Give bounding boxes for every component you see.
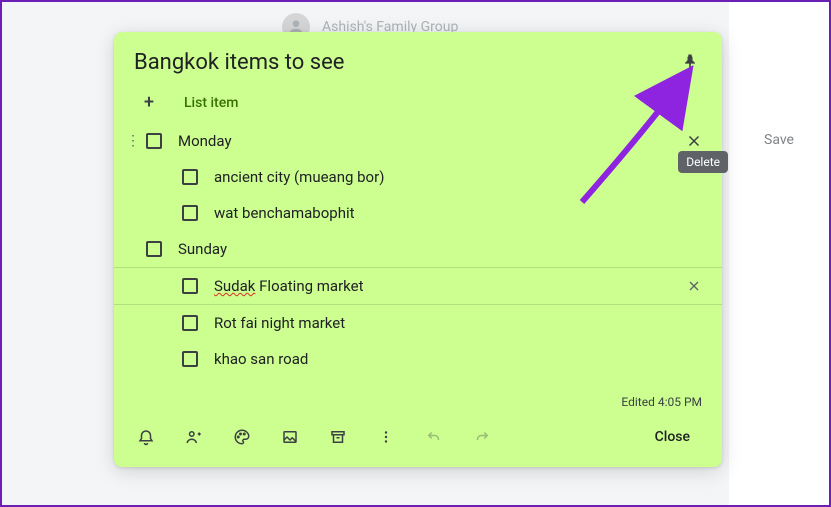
item-text[interactable]: Sunday xyxy=(178,240,682,258)
delete-item-button[interactable] xyxy=(682,274,706,298)
delete-item-button[interactable]: Delete xyxy=(682,129,706,153)
checkbox[interactable] xyxy=(182,169,198,185)
item-text[interactable]: Monday xyxy=(178,132,682,150)
list-item[interactable]: ⋮⋮ Rot fai night market ✕ xyxy=(114,305,722,341)
checkbox[interactable] xyxy=(182,315,198,331)
color-button[interactable] xyxy=(224,419,260,455)
note-title[interactable]: Bangkok items to see xyxy=(134,50,674,75)
list-item[interactable]: ⋮⋮ Monday Delete xyxy=(114,123,722,159)
drag-handle-icon[interactable]: ⋮⋮ xyxy=(126,136,142,146)
checkbox[interactable] xyxy=(146,133,162,149)
list-item[interactable]: ⋮⋮ wat benchamabophit ✕ xyxy=(114,195,722,231)
background-save-panel: Save xyxy=(729,2,829,505)
save-button-bg[interactable]: Save xyxy=(764,132,794,148)
pin-button[interactable] xyxy=(674,46,706,78)
item-text[interactable]: khao san road xyxy=(214,350,682,368)
item-text[interactable]: Sudak Floating market xyxy=(214,277,682,295)
plus-icon: + xyxy=(144,92,168,113)
list-item[interactable]: ⋮⋮ ancient city (mueang bor) ✕ xyxy=(114,159,722,195)
item-text[interactable]: ancient city (mueang bor) xyxy=(214,168,682,186)
archive-button[interactable] xyxy=(320,419,356,455)
redo-button[interactable] xyxy=(464,419,500,455)
close-button[interactable]: Close xyxy=(631,421,714,453)
more-button[interactable] xyxy=(368,419,404,455)
note-card: Bangkok items to see + List item ⋮⋮ Mond… xyxy=(114,32,722,467)
checkbox[interactable] xyxy=(182,205,198,221)
item-text[interactable]: wat benchamabophit xyxy=(214,204,682,222)
note-toolbar: Close xyxy=(114,415,722,459)
undo-button[interactable] xyxy=(416,419,452,455)
add-item-label: List item xyxy=(184,95,238,111)
edited-timestamp: Edited 4:05 PM xyxy=(114,377,722,415)
collaborator-button[interactable] xyxy=(176,419,212,455)
checkbox[interactable] xyxy=(182,351,198,367)
list-item[interactable]: Sunday ✕ xyxy=(114,231,722,267)
checkbox[interactable] xyxy=(146,241,162,257)
item-text[interactable]: Rot fai night market xyxy=(214,314,682,332)
checkbox[interactable] xyxy=(182,278,198,294)
reminder-button[interactable] xyxy=(128,419,164,455)
image-button[interactable] xyxy=(272,419,308,455)
list-item[interactable]: ⋮⋮ Sudak Floating market xyxy=(114,267,722,305)
list-item[interactable]: ⋮⋮ khao san road ✕ xyxy=(114,341,722,377)
add-list-item[interactable]: + List item xyxy=(114,86,722,123)
checklist: ⋮⋮ Monday Delete ⋮⋮ ancient city (mueang… xyxy=(114,123,722,377)
